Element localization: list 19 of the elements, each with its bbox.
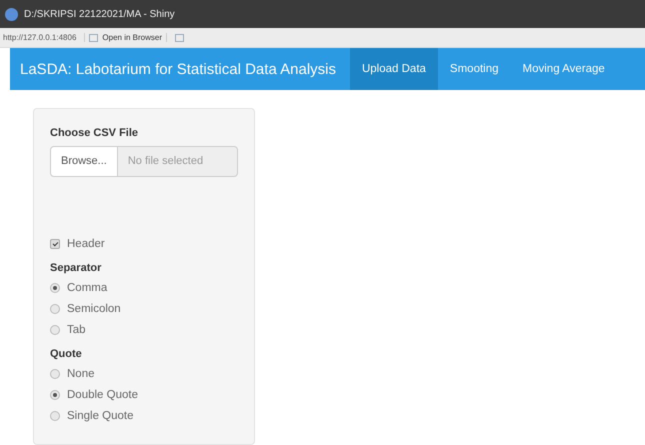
radio-option[interactable]: Comma bbox=[50, 277, 238, 298]
radio-option[interactable]: Single Quote bbox=[50, 405, 238, 426]
nav-tab[interactable]: Upload Data bbox=[350, 48, 438, 90]
open-in-browser-button[interactable]: Open in Browser bbox=[84, 33, 167, 42]
radio-option[interactable]: None bbox=[50, 363, 238, 384]
nav-tab[interactable]: Smooting bbox=[438, 48, 511, 90]
group-label: Separator bbox=[50, 262, 102, 274]
app-brand: LaSDA: Labotarium for Statistical Data Analysis bbox=[19, 60, 337, 78]
nav-tab[interactable]: Moving Average bbox=[510, 48, 617, 90]
url-text: http://127.0.0.1:4806 bbox=[3, 33, 76, 42]
radio-option[interactable]: Tab bbox=[50, 319, 238, 340]
group-label: Quote bbox=[50, 348, 83, 360]
header-option[interactable]: Header bbox=[50, 234, 238, 254]
radio-option[interactable]: Double Quote bbox=[50, 384, 238, 405]
radio-option[interactable]: Semicolon bbox=[50, 298, 238, 319]
file-name-field[interactable]: No file selected bbox=[118, 146, 238, 177]
field-label: Choose CSV File bbox=[50, 127, 140, 139]
window-title: D:/SKRIPSI 22122021/MA - Shiny bbox=[24, 8, 175, 20]
browse-button[interactable]: Browse... bbox=[50, 146, 118, 177]
